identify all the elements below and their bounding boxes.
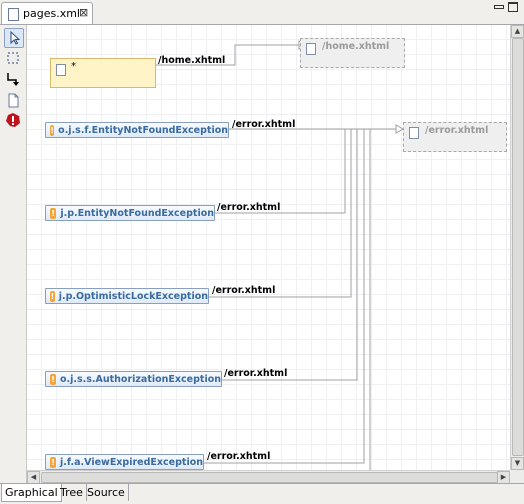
arrow-cursor-icon (10, 30, 21, 45)
vertical-scrollbar[interactable]: ▲ ▼ (510, 25, 524, 470)
exception-node[interactable]: ! j.p.OptimisticLockException (45, 288, 209, 304)
tab-tree[interactable]: Tree (57, 484, 87, 501)
warning-icon: ! (50, 124, 55, 136)
star-page-label: * (71, 61, 76, 72)
exception-node[interactable]: ! o.j.s.f.EntityNotFoundException (45, 122, 229, 138)
scrollbar-corner (510, 470, 524, 483)
page-tool-button[interactable] (4, 91, 22, 109)
minimize-icon[interactable] (494, 5, 504, 9)
vertical-scroll-thumb[interactable] (512, 38, 524, 456)
exception-label: j.f.a.ViewExpiredException (60, 456, 203, 468)
connection-icon (7, 73, 19, 86)
editor-tab-bar: pages.xml ⊠ (0, 0, 524, 25)
exception-label: j.p.EntityNotFoundException (60, 207, 214, 219)
horizontal-scrollbar[interactable]: ◀ ▶ (27, 470, 510, 484)
error-page-node[interactable]: /error.xhtml (403, 122, 507, 152)
exception-label: o.j.s.f.EntityNotFoundException (58, 124, 228, 136)
connection-tool-button[interactable] (4, 70, 22, 88)
close-icon[interactable]: ⊠ (79, 6, 88, 19)
exception-node[interactable]: ! j.f.a.ViewExpiredException (45, 454, 204, 470)
arrowhead-error (395, 124, 405, 134)
exception-path-label: /error.xhtml (212, 285, 276, 296)
star-page-node[interactable]: * (50, 58, 156, 88)
horizontal-scroll-thumb[interactable] (41, 472, 498, 483)
connector-layer (155, 40, 405, 470)
exception-tool-button[interactable] (4, 111, 22, 129)
editor-page-tabs: Graphical Tree Source (0, 483, 524, 504)
tab-title: pages.xml (23, 7, 80, 20)
marquee-tool-button[interactable] (4, 49, 22, 67)
exception-path-label: /error.xhtml (217, 202, 281, 213)
tab-source[interactable]: Source (84, 484, 129, 501)
connector-error-5[interactable] (204, 129, 365, 464)
tab-graphical[interactable]: Graphical (1, 484, 62, 502)
error-icon (6, 113, 20, 127)
exception-path-label: /error.xhtml (224, 368, 288, 379)
diagram-canvas[interactable]: * /home.xhtml /home.xhtml /error.xhtml !… (27, 25, 510, 470)
marquee-icon (7, 52, 19, 64)
error-page-label: /error.xhtml (425, 125, 489, 136)
xml-file-icon (8, 8, 19, 21)
exception-label: j.p.OptimisticLockException (58, 290, 208, 302)
select-tool-button[interactable] (4, 28, 24, 48)
maximize-icon[interactable] (508, 2, 518, 12)
warning-icon: ! (50, 373, 56, 385)
warning-icon: ! (50, 207, 57, 219)
home-page-label: /home.xhtml (322, 41, 390, 52)
home-page-node[interactable]: /home.xhtml (300, 38, 405, 68)
exception-node[interactable]: ! o.j.s.s.AuthorizationException (45, 371, 222, 387)
exception-label: o.j.s.s.AuthorizationException (59, 373, 221, 385)
tab-pages-xml[interactable]: pages.xml ⊠ (1, 2, 93, 24)
warning-icon: ! (50, 290, 55, 302)
page-icon (8, 93, 19, 108)
exception-path-label: /error.xhtml (207, 451, 271, 462)
home-path-label: /home.xhtml (158, 55, 226, 66)
page-icon (306, 43, 316, 55)
exception-node[interactable]: ! j.p.EntityNotFoundException (45, 205, 215, 221)
connector-error-4[interactable] (221, 129, 358, 381)
page-icon (56, 64, 66, 76)
connector-error-2[interactable] (215, 129, 346, 214)
scroll-down-icon[interactable]: ▼ (511, 457, 524, 470)
scroll-up-icon[interactable]: ▲ (511, 25, 524, 38)
exception-path-label: /error.xhtml (232, 119, 296, 130)
warning-icon: ! (50, 456, 57, 468)
palette-toolbar (0, 25, 27, 483)
page-icon (409, 127, 419, 139)
